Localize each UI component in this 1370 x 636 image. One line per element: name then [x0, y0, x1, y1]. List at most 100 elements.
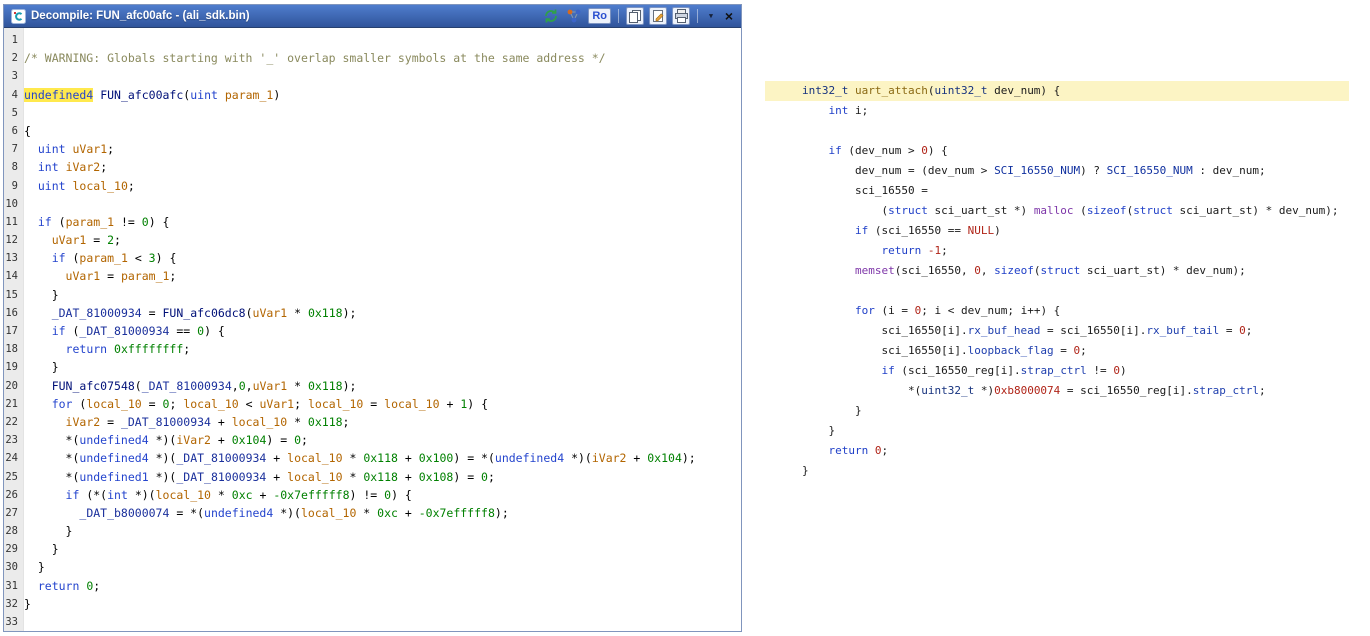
code-line[interactable]: 25 *(undefined1 *)(_DAT_81000934 + local…	[4, 468, 741, 486]
decompiled-code[interactable]: 1 2/* WARNING: Globals starting with '_' …	[4, 31, 741, 631]
code-line[interactable]: for (i = 0; i < dev_num; i++) {	[765, 301, 1349, 321]
code-line[interactable]: }	[765, 401, 1349, 421]
line-number: 3	[11, 70, 18, 83]
copy-icon[interactable]	[626, 7, 644, 25]
token: ; i < dev_num; i++) {	[921, 304, 1061, 317]
token: sci_16550 =	[802, 184, 928, 197]
code-text: }	[21, 542, 59, 556]
token: ;	[169, 269, 177, 284]
code-line[interactable]: return -1;	[765, 241, 1349, 261]
close-icon[interactable]: ×	[722, 7, 736, 25]
refresh-icon[interactable]	[542, 7, 560, 25]
code-line[interactable]: }	[765, 461, 1349, 481]
code-line[interactable]: 18 return 0xffffffff;	[4, 340, 741, 358]
code-line[interactable]: sci_16550 =	[765, 181, 1349, 201]
print-icon[interactable]	[672, 7, 690, 25]
code-text: sci_16550[i].loopback_flag = 0;	[799, 344, 1086, 357]
code-line[interactable]: 9 uint local_10;	[4, 177, 741, 195]
code-line[interactable]: 2/* WARNING: Globals starting with '_' o…	[4, 49, 741, 67]
chevron-down-icon[interactable]: ▼	[705, 7, 717, 25]
code-line[interactable]: 13 if (param_1 < 3) {	[4, 249, 741, 267]
code-line[interactable]: }	[765, 421, 1349, 441]
code-line-highlighted[interactable]: int32_t uart_attach(uint32_t dev_num) {	[765, 81, 1349, 101]
export-icon[interactable]	[649, 7, 667, 25]
token: local_10	[300, 505, 357, 520]
code-line[interactable]: 8 int iVar2;	[4, 158, 741, 176]
token: uart_attach	[854, 84, 928, 97]
code-line[interactable]: (struct sci_uart_st *) malloc (sizeof(st…	[765, 201, 1349, 221]
code-line[interactable]: 6{	[4, 122, 741, 140]
code-line[interactable]: 19 }	[4, 358, 741, 376]
decompiled-code-area[interactable]: 1 2/* WARNING: Globals starting with '_' …	[4, 28, 741, 631]
ro-button[interactable]: Ro	[588, 8, 611, 24]
source-code-panel[interactable]: int32_t uart_attach(uint32_t dev_num) { …	[765, 81, 1349, 481]
code-line[interactable]: 28 }	[4, 522, 741, 540]
code-line[interactable]: 31 return 0;	[4, 577, 741, 595]
code-line[interactable]: 20 FUN_afc07548(_DAT_81000934,0,uVar1 * …	[4, 377, 741, 395]
highlighted-token: undefined4	[24, 87, 94, 102]
toolbar-divider	[697, 9, 698, 23]
token: local_10	[72, 178, 128, 193]
code-line[interactable]: 7 uint uVar1;	[4, 140, 741, 158]
token: undefined1	[79, 469, 149, 484]
code-line[interactable]: 22 iVar2 = _DAT_81000934 + local_10 * 0x…	[4, 413, 741, 431]
code-line[interactable]: 32}	[4, 595, 741, 613]
code-line[interactable]: 5	[4, 104, 741, 122]
token: ;	[881, 444, 889, 457]
token: (	[51, 214, 66, 229]
token: }	[24, 287, 59, 302]
code-line[interactable]: 26 if (*(int *)(local_10 * 0xc + -0x7eff…	[4, 486, 741, 504]
code-line[interactable]	[765, 121, 1349, 141]
code-line[interactable]: 10	[4, 195, 741, 213]
token: *)	[974, 384, 995, 397]
code-line[interactable]: sci_16550[i].loopback_flag = 0;	[765, 341, 1349, 361]
token: }	[24, 524, 73, 539]
code-line[interactable]: 12 uVar1 = 2;	[4, 231, 741, 249]
token: local_10	[287, 469, 343, 484]
line-number: 11	[5, 215, 18, 228]
code-line[interactable]: memset(sci_16550, 0, sizeof(struct sci_u…	[765, 261, 1349, 281]
code-line[interactable]: 11 if (param_1 != 0) {	[4, 213, 741, 231]
code-line[interactable]: *(uint32_t *)0xb8000074 = sci_16550_reg[…	[765, 381, 1349, 401]
token: rx_buf_tail	[1146, 324, 1220, 337]
code-line[interactable]: 27 _DAT_b8000074 = *(undefined4 *)(local…	[4, 504, 741, 522]
function-graph-icon[interactable]	[565, 7, 583, 25]
code-text: return 0;	[21, 579, 100, 593]
code-line[interactable]: if (dev_num > 0) {	[765, 141, 1349, 161]
titlebar-toolbar: Ro ▼ ×	[542, 7, 736, 25]
code-line[interactable]: 3	[4, 67, 741, 85]
code-line[interactable]: return 0;	[765, 441, 1349, 461]
code-line[interactable]: 21 for (local_10 = 0; local_10 < uVar1; …	[4, 395, 741, 413]
code-line[interactable]: 30 }	[4, 558, 741, 576]
token: =	[100, 269, 121, 284]
code-line[interactable]: 29 }	[4, 540, 741, 558]
token: ;	[107, 142, 115, 157]
code-line[interactable]: if (sci_16550_reg[i].strap_ctrl != 0)	[765, 361, 1349, 381]
code-line[interactable]	[765, 281, 1349, 301]
decompile-titlebar[interactable]: Decompile: FUN_afc00afc - (ali_sdk.bin) …	[4, 5, 741, 28]
code-line[interactable]: int i;	[765, 101, 1349, 121]
code-line[interactable]: 4 undefined4 FUN_afc00afc(uint param_1)	[4, 86, 741, 104]
token: 0x118	[363, 469, 398, 484]
token: ;	[93, 578, 101, 593]
code-line[interactable]: sci_16550[i].rx_buf_head = sci_16550[i].…	[765, 321, 1349, 341]
code-line[interactable]: 16 _DAT_81000934 = FUN_afc06dc8(uVar1 * …	[4, 304, 741, 322]
token: +	[210, 414, 232, 429]
code-line[interactable]: 33	[4, 613, 741, 631]
code-text: int i;	[799, 104, 869, 117]
code-text: *(undefined4 *)(iVar2 + 0x104) = 0;	[21, 433, 308, 447]
code-line[interactable]: 14 uVar1 = param_1;	[4, 267, 741, 285]
code-line[interactable]: 23 *(undefined4 *)(iVar2 + 0x104) = 0;	[4, 431, 741, 449]
code-line[interactable]: dev_num = (dev_num > SCI_16550_NUM) ? SC…	[765, 161, 1349, 181]
code-line[interactable]: 17 if (_DAT_81000934 == 0) {	[4, 322, 741, 340]
code-line[interactable]: 15 }	[4, 286, 741, 304]
code-line[interactable]: if (sci_16550 == NULL)	[765, 221, 1349, 241]
token: undefined4	[79, 451, 149, 466]
token: *(	[24, 451, 80, 466]
line-number: 15	[5, 288, 18, 301]
code-line[interactable]: 1	[4, 31, 741, 49]
token: = sci_16550_reg[i].	[1060, 384, 1193, 397]
code-line[interactable]: 24 *(undefined4 *)(_DAT_81000934 + local…	[4, 449, 741, 467]
